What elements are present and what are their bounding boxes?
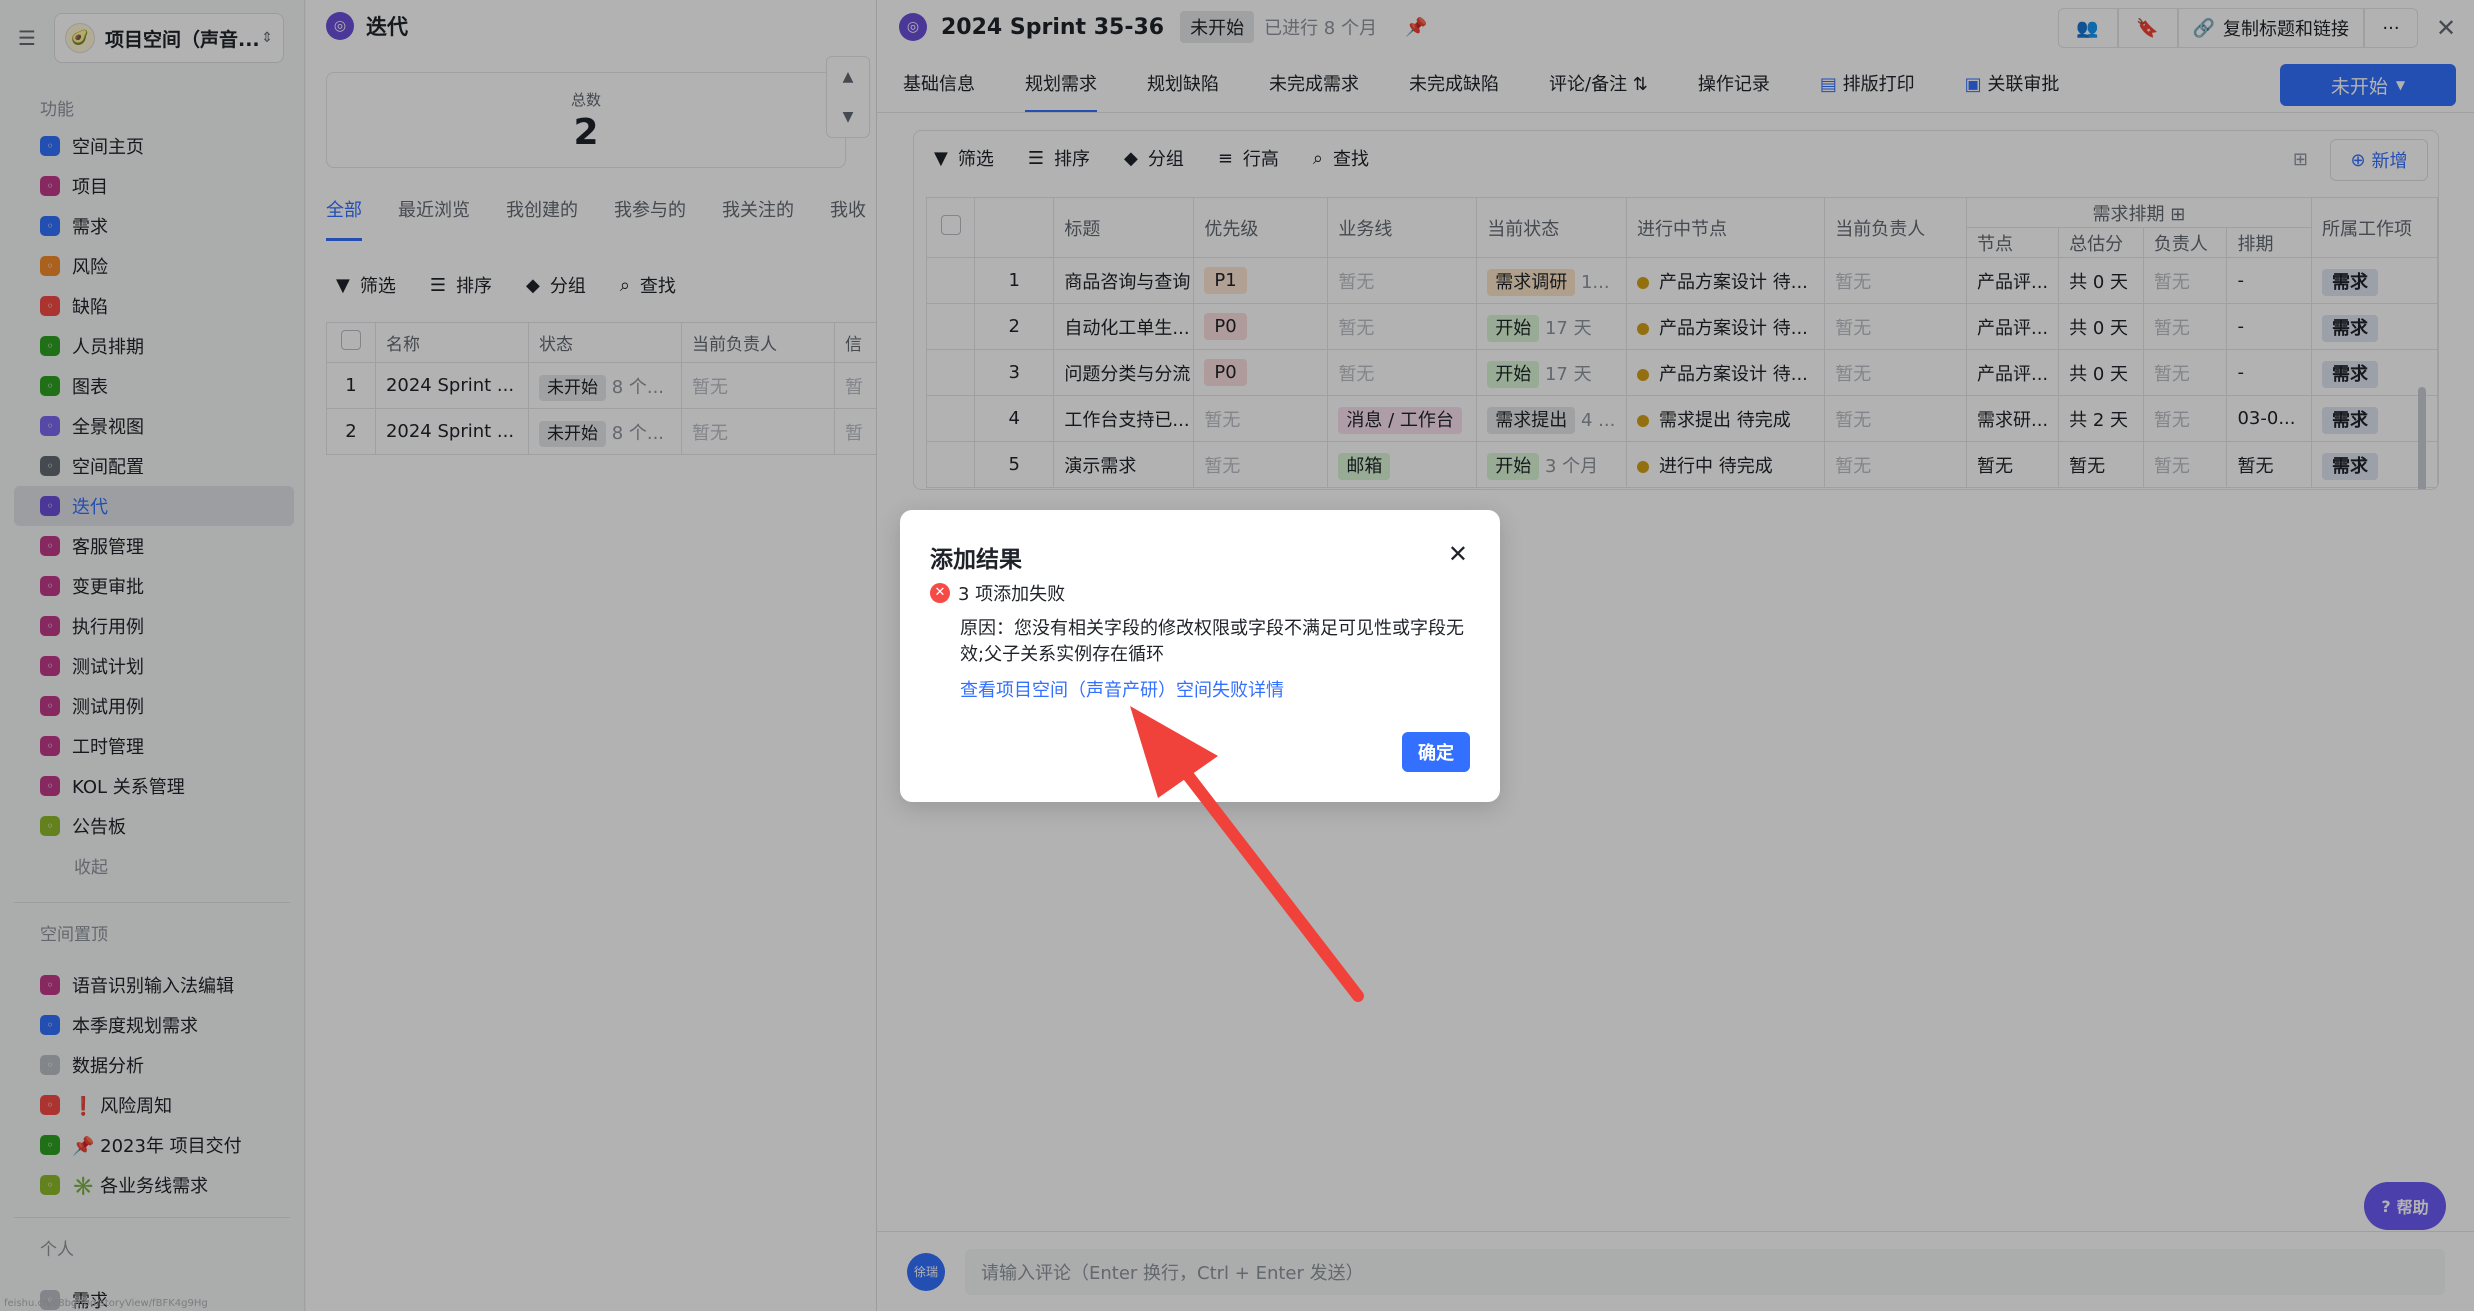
annotation-arrow bbox=[1130, 706, 1364, 1002]
